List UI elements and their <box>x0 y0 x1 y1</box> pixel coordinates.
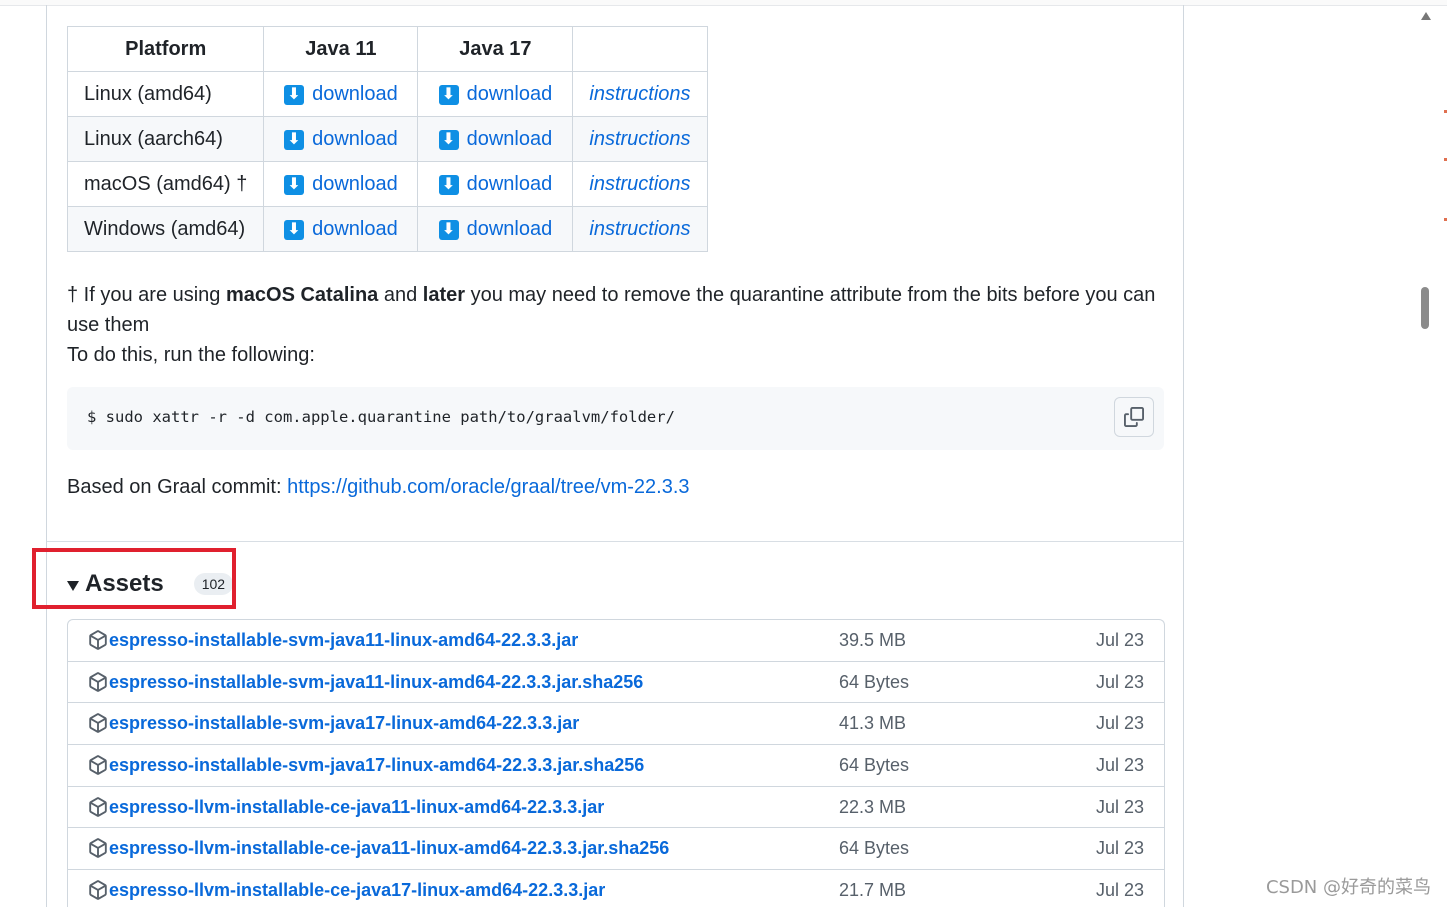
table-row: macOS (amd64) † ⬇ download ⬇ download inst… <box>66 161 708 207</box>
download-link-java11[interactable]: ⬇ download <box>284 83 398 106</box>
platform-cell: macOS (amd64) † <box>66 161 265 207</box>
watermark: CSDN @好奇的菜鸟 <box>1265 877 1431 898</box>
code-command[interactable]: $ sudo xattr -r -d com.apple.quarantine … <box>87 408 675 426</box>
package-icon <box>89 838 107 859</box>
scrollbar[interactable] <box>1419 0 1433 907</box>
asset-link[interactable]: espresso-llvm-installable-ce-java11-linu… <box>109 797 604 818</box>
asset-link[interactable]: espresso-llvm-installable-ce-java17-linu… <box>109 880 605 901</box>
download-link-java11[interactable]: ⬇ download <box>284 218 398 241</box>
instructions-link[interactable]: instructions <box>589 128 690 150</box>
asset-link[interactable]: espresso-llvm-installable-ce-java11-linu… <box>109 838 669 859</box>
list-item: espresso-llvm-installable-ce-java11-linu… <box>68 787 1164 829</box>
asset-link[interactable]: espresso-installable-svm-java17-linux-am… <box>109 755 644 776</box>
asset-date: Jul 23 <box>1095 755 1144 776</box>
list-item: espresso-installable-svm-java11-linux-am… <box>68 662 1164 704</box>
download-link-java17[interactable]: ⬇ download <box>438 218 552 241</box>
asset-size: 21.7 MB <box>839 880 907 901</box>
section-divider <box>47 541 1184 542</box>
download-icon: ⬇ <box>284 84 305 105</box>
table-row: Windows (amd64) ⬇ download ⬇ download inst… <box>66 206 708 252</box>
platform-cell: Linux (amd64) <box>66 71 265 117</box>
code-block: $ sudo xattr -r -d com.apple.quarantine … <box>67 387 1164 450</box>
asset-date: Jul 23 <box>1095 838 1144 859</box>
instructions-link[interactable]: instructions <box>589 83 690 105</box>
package-icon <box>89 713 107 734</box>
list-item: espresso-llvm-installable-ce-java11-linu… <box>68 828 1164 871</box>
asset-size: 64 Bytes <box>839 838 910 859</box>
instructions-link[interactable]: instructions <box>589 218 690 240</box>
download-icon: ⬇ <box>438 219 459 240</box>
note-bold-later: later <box>422 284 466 306</box>
download-icon: ⬇ <box>438 129 459 150</box>
list-item: espresso-installable-svm-java17-linux-am… <box>68 745 1164 787</box>
note-bold-macos: macOS Catalina <box>226 284 379 306</box>
download-link-java17[interactable]: ⬇ download <box>438 173 552 196</box>
download-icon: ⬇ <box>438 174 459 195</box>
quarantine-note: † If you are using macOS Catalina and la… <box>67 284 1156 366</box>
asset-link[interactable]: espresso-installable-svm-java17-linux-am… <box>109 713 579 734</box>
download-icon: ⬇ <box>284 174 305 195</box>
download-icon: ⬇ <box>284 129 305 150</box>
package-icon <box>89 796 107 817</box>
commit-label: Based on Graal commit: <box>67 476 288 498</box>
commit-line: Based on Graal commit: https://github.co… <box>67 473 690 501</box>
download-icon: ⬇ <box>284 219 305 240</box>
scroll-thumb[interactable] <box>1421 287 1429 329</box>
asset-link[interactable]: espresso-installable-svm-java11-linux-am… <box>109 672 643 693</box>
table-row: Linux (aarch64) ⬇ download ⬇ download inst… <box>66 116 708 162</box>
package-icon <box>89 671 107 692</box>
list-item: espresso-installable-svm-java17-linux-am… <box>68 703 1164 746</box>
highlight-annotation <box>32 548 236 609</box>
header-java11: Java 11 <box>263 26 419 72</box>
asset-date: Jul 23 <box>1095 880 1144 901</box>
instructions-link[interactable]: instructions <box>589 173 690 195</box>
package-icon <box>89 880 107 900</box>
package-icon <box>89 630 107 650</box>
asset-size: 22.3 MB <box>839 796 907 817</box>
asset-list: espresso-installable-svm-java11-linux-am… <box>67 619 1165 907</box>
asset-size: 64 Bytes <box>839 671 910 692</box>
list-item: espresso-llvm-installable-ce-java17-linu… <box>68 870 1164 907</box>
download-link-java17[interactable]: ⬇ download <box>438 128 552 151</box>
copy-button[interactable] <box>1114 397 1154 437</box>
package-icon <box>89 755 107 775</box>
asset-date: Jul 23 <box>1095 713 1144 734</box>
downloads-table: Platform Java 11 Java 17 Linux (amd64) ⬇… <box>66 26 708 252</box>
page: Platform Java 11 Java 17 Linux (amd64) ⬇… <box>0 0 1447 907</box>
commit-link[interactable]: https://github.com/oracle/graal/tree/vm-… <box>287 476 689 498</box>
dagger-mark: † <box>67 284 79 306</box>
asset-date: Jul 23 <box>1095 671 1144 692</box>
header-java17: Java 17 <box>417 26 574 72</box>
table-header-row: Platform Java 11 Java 17 <box>66 26 708 72</box>
asset-date: Jul 23 <box>1095 630 1144 650</box>
table-row: Linux (amd64) ⬇ download ⬇ download instru… <box>66 71 708 117</box>
asset-size: 64 Bytes <box>839 755 910 776</box>
asset-date: Jul 23 <box>1095 796 1144 817</box>
header-instructions <box>572 26 708 72</box>
asset-size: 41.3 MB <box>839 713 907 734</box>
header-platform: Platform <box>66 26 265 72</box>
list-item: espresso-installable-svm-java11-linux-am… <box>68 620 1164 662</box>
download-link-java11[interactable]: ⬇ download <box>284 173 398 196</box>
copy-icon <box>1124 407 1144 427</box>
platform-cell: Linux (aarch64) <box>66 116 265 162</box>
note-instruction: To do this, run the following: <box>67 344 315 366</box>
platform-cell: Windows (amd64) <box>66 206 265 252</box>
scroll-up-arrow-icon[interactable] <box>1421 12 1431 20</box>
download-link-java11[interactable]: ⬇ download <box>284 128 398 151</box>
asset-size: 39.5 MB <box>839 630 907 650</box>
asset-link[interactable]: espresso-installable-svm-java11-linux-am… <box>109 630 578 651</box>
download-link-java17[interactable]: ⬇ download <box>438 83 552 106</box>
download-icon: ⬇ <box>438 84 459 105</box>
